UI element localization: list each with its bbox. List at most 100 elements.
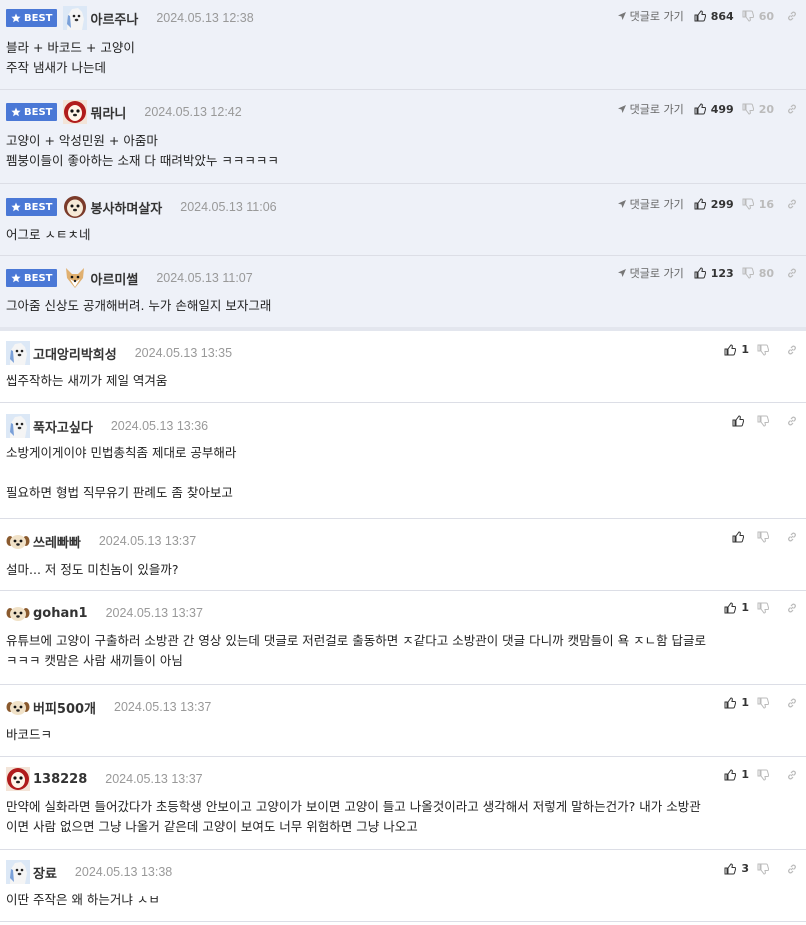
link-icon[interactable] (786, 344, 798, 356)
reply-link[interactable]: 댓글로 가기 (617, 101, 684, 117)
best-comment: BEST 뭐라니 2024.05.13 12:42 고양이 + 악성민원 + 아… (0, 90, 806, 184)
best-comment: BEST 아르미썰 2024.05.13 11:07 그아줌 신상도 공개해버려… (0, 256, 806, 327)
like-button[interactable]: 499 (694, 103, 734, 116)
reply-link[interactable]: 댓글로 가기 (617, 196, 684, 212)
reply-link[interactable]: 댓글로 가기 (617, 265, 684, 281)
best-comment: BEST 아르주나 2024.05.13 12:38 블라 + 바코드 + 고양… (0, 0, 806, 90)
comment: 고대앙리박희성 2024.05.13 13:35 씹주작하는 새끼가 제일 역겨… (0, 331, 806, 403)
dislike-button[interactable]: 80 (742, 267, 774, 280)
like-button[interactable]: 864 (694, 10, 734, 23)
comment-header: 쓰레빠빠 2024.05.13 13:37 (6, 519, 196, 563)
thumbs-down-icon (757, 863, 769, 875)
thumbs-up-icon (694, 198, 706, 210)
avatar[interactable] (6, 341, 30, 365)
comment-author[interactable]: 뭐라니 (90, 103, 126, 122)
comment-body: 그아줌 신상도 공개해버려. 누가 손해일지 보자그래 (6, 298, 272, 313)
link-icon[interactable] (786, 415, 798, 427)
best-badge: BEST (6, 198, 58, 216)
like-button[interactable]: 1 (724, 601, 749, 614)
thumbs-down-icon (757, 531, 769, 543)
avatar[interactable] (6, 601, 30, 625)
dislike-button[interactable] (757, 344, 774, 356)
best-badge: BEST (6, 9, 58, 27)
comment-date: 2024.05.13 13:37 (105, 772, 203, 786)
comment-author[interactable]: 푹자고싶다 (33, 417, 93, 436)
comment-author[interactable]: 봉사하며살자 (90, 198, 162, 217)
comment-actions (732, 415, 798, 427)
arrow-icon (617, 269, 626, 277)
arrow-icon (617, 105, 626, 113)
avatar[interactable] (6, 767, 30, 791)
link-icon[interactable] (786, 198, 798, 210)
thumbs-up-icon (724, 343, 737, 355)
avatar[interactable] (63, 266, 87, 290)
comment: 138228 2024.05.13 13:37 만약에 실화라면 들어갔다가 초… (0, 757, 806, 850)
link-icon[interactable] (786, 103, 798, 115)
link-icon[interactable] (786, 602, 798, 614)
comment-actions: 1 (724, 768, 798, 781)
dislike-button[interactable] (757, 415, 774, 427)
like-button[interactable]: 123 (694, 267, 734, 280)
dislike-button[interactable]: 60 (742, 10, 774, 23)
avatar[interactable] (6, 529, 30, 553)
comment-author[interactable]: 138228 (33, 772, 87, 787)
comment-author[interactable]: gohan1 (33, 606, 88, 621)
avatar[interactable] (6, 414, 30, 438)
like-button[interactable]: 1 (724, 343, 749, 356)
comment-body: 유튜브에 고양이 구출하러 소방관 간 영상 있는데 댓글로 저런걸로 출동하면… (6, 633, 707, 668)
comment-actions: 1 (724, 343, 798, 356)
comment-date: 2024.05.13 11:06 (180, 200, 277, 214)
best-badge: BEST (6, 269, 58, 287)
avatar[interactable] (6, 695, 30, 719)
comment-actions: 댓글로 가기 864 60 (617, 8, 798, 24)
like-button[interactable]: 1 (724, 768, 749, 781)
like-button[interactable]: 299 (694, 198, 734, 211)
like-button[interactable]: 3 (724, 862, 749, 875)
comment-author[interactable]: 장료 (33, 863, 57, 882)
comment-actions (732, 531, 798, 543)
comment-header: BEST 뭐라니 2024.05.13 12:42 (6, 90, 242, 134)
avatar[interactable] (63, 100, 88, 124)
like-button[interactable]: 1 (724, 696, 749, 709)
avatar[interactable] (63, 6, 88, 30)
comment-body: 블라 + 바코드 + 고양이 주작 냄새가 나는데 (6, 40, 135, 75)
avatar[interactable] (6, 860, 30, 884)
avatar[interactable] (63, 195, 87, 219)
comment-author[interactable]: 고대앙리박희성 (33, 344, 117, 363)
dislike-button[interactable] (757, 769, 774, 781)
link-icon[interactable] (786, 531, 798, 543)
comment-author[interactable]: 버피500개 (33, 698, 96, 717)
thumbs-down-icon (742, 103, 754, 115)
dislike-button[interactable] (757, 602, 774, 614)
dislike-button[interactable]: 16 (742, 198, 774, 211)
thumbs-up-icon (724, 696, 737, 708)
comment-actions: 1 (724, 696, 798, 709)
reply-link[interactable]: 댓글로 가기 (617, 8, 684, 24)
thumbs-down-icon (757, 344, 769, 356)
link-icon[interactable] (786, 267, 798, 279)
comment-actions: 3 (724, 862, 798, 875)
comment-date: 2024.05.13 13:37 (98, 534, 197, 548)
thumbs-up-icon (694, 10, 706, 22)
comment-header: gohan1 2024.05.13 13:37 (6, 591, 203, 635)
like-button[interactable] (732, 415, 749, 427)
link-icon[interactable] (786, 697, 798, 709)
link-icon[interactable] (786, 863, 798, 875)
link-icon[interactable] (786, 769, 798, 781)
like-button[interactable] (732, 531, 749, 543)
comment-date: 2024.05.13 12:38 (156, 11, 254, 25)
comment-author[interactable]: 쓰레빠빠 (33, 532, 81, 551)
comment-body: 고양이 + 악성민원 + 아줌마 펨붕이들이 좋아하는 소재 다 때려박았누 ㅋ… (6, 133, 279, 168)
comment-list: BEST 아르주나 2024.05.13 12:38 블라 + 바코드 + 고양… (0, 0, 806, 922)
thumbs-down-icon (757, 602, 769, 614)
dislike-button[interactable] (757, 863, 774, 875)
comment-date: 2024.05.13 13:37 (114, 700, 212, 714)
dislike-button[interactable] (757, 531, 774, 543)
dislike-button[interactable]: 20 (742, 103, 774, 116)
comment-author[interactable]: 아르주나 (90, 9, 138, 28)
comment-author[interactable]: 아르미썰 (90, 269, 138, 288)
dislike-button[interactable] (757, 697, 774, 709)
comment-body: 씹주작하는 새끼가 제일 역겨움 (6, 373, 168, 388)
link-icon[interactable] (786, 10, 798, 22)
thumbs-down-icon (757, 415, 769, 427)
